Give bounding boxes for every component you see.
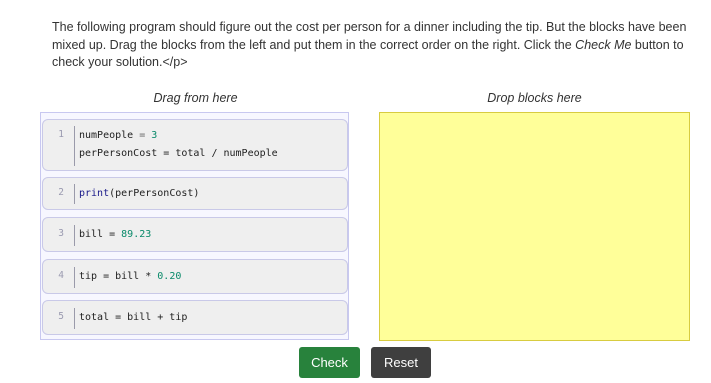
drop-area[interactable] xyxy=(379,112,690,341)
code-line: tip = bill * 0.20 xyxy=(79,271,182,282)
block-number: 5 xyxy=(58,311,64,322)
code-block-1[interactable]: 1 numPeople = 3 perPersonCost = total / … xyxy=(42,119,348,171)
block-divider xyxy=(74,225,75,246)
check-button[interactable]: Check xyxy=(299,347,360,378)
instructions-text: The following program should figure out … xyxy=(52,19,692,72)
block-number: 2 xyxy=(58,187,64,198)
block-number: 1 xyxy=(58,129,64,140)
instructions-emphasis: Check Me xyxy=(575,37,632,52)
block-divider xyxy=(74,267,75,288)
code-line: perPersonCost = total / numPeople xyxy=(79,148,278,159)
reset-button[interactable]: Reset xyxy=(371,347,431,378)
code-line: print(perPersonCost) xyxy=(79,188,200,199)
block-divider xyxy=(74,184,75,204)
block-divider xyxy=(74,308,75,329)
code-block-4[interactable]: 4 tip = bill * 0.20 xyxy=(42,259,348,294)
code-block-3[interactable]: 3 bill = 89.23 xyxy=(42,217,348,252)
drag-heading: Drag from here xyxy=(153,91,238,105)
code-block-5[interactable]: 5 total = bill + tip xyxy=(42,300,348,335)
code-line: numPeople = 3 xyxy=(79,130,158,141)
block-number: 3 xyxy=(58,228,64,239)
block-number: 4 xyxy=(58,270,64,281)
block-divider xyxy=(74,126,75,166)
code-block-2[interactable]: 2 print(perPersonCost) xyxy=(42,177,348,210)
code-line: bill = 89.23 xyxy=(79,229,152,240)
code-line: total = bill + tip xyxy=(79,312,188,323)
drop-heading: Drop blocks here xyxy=(487,91,582,105)
